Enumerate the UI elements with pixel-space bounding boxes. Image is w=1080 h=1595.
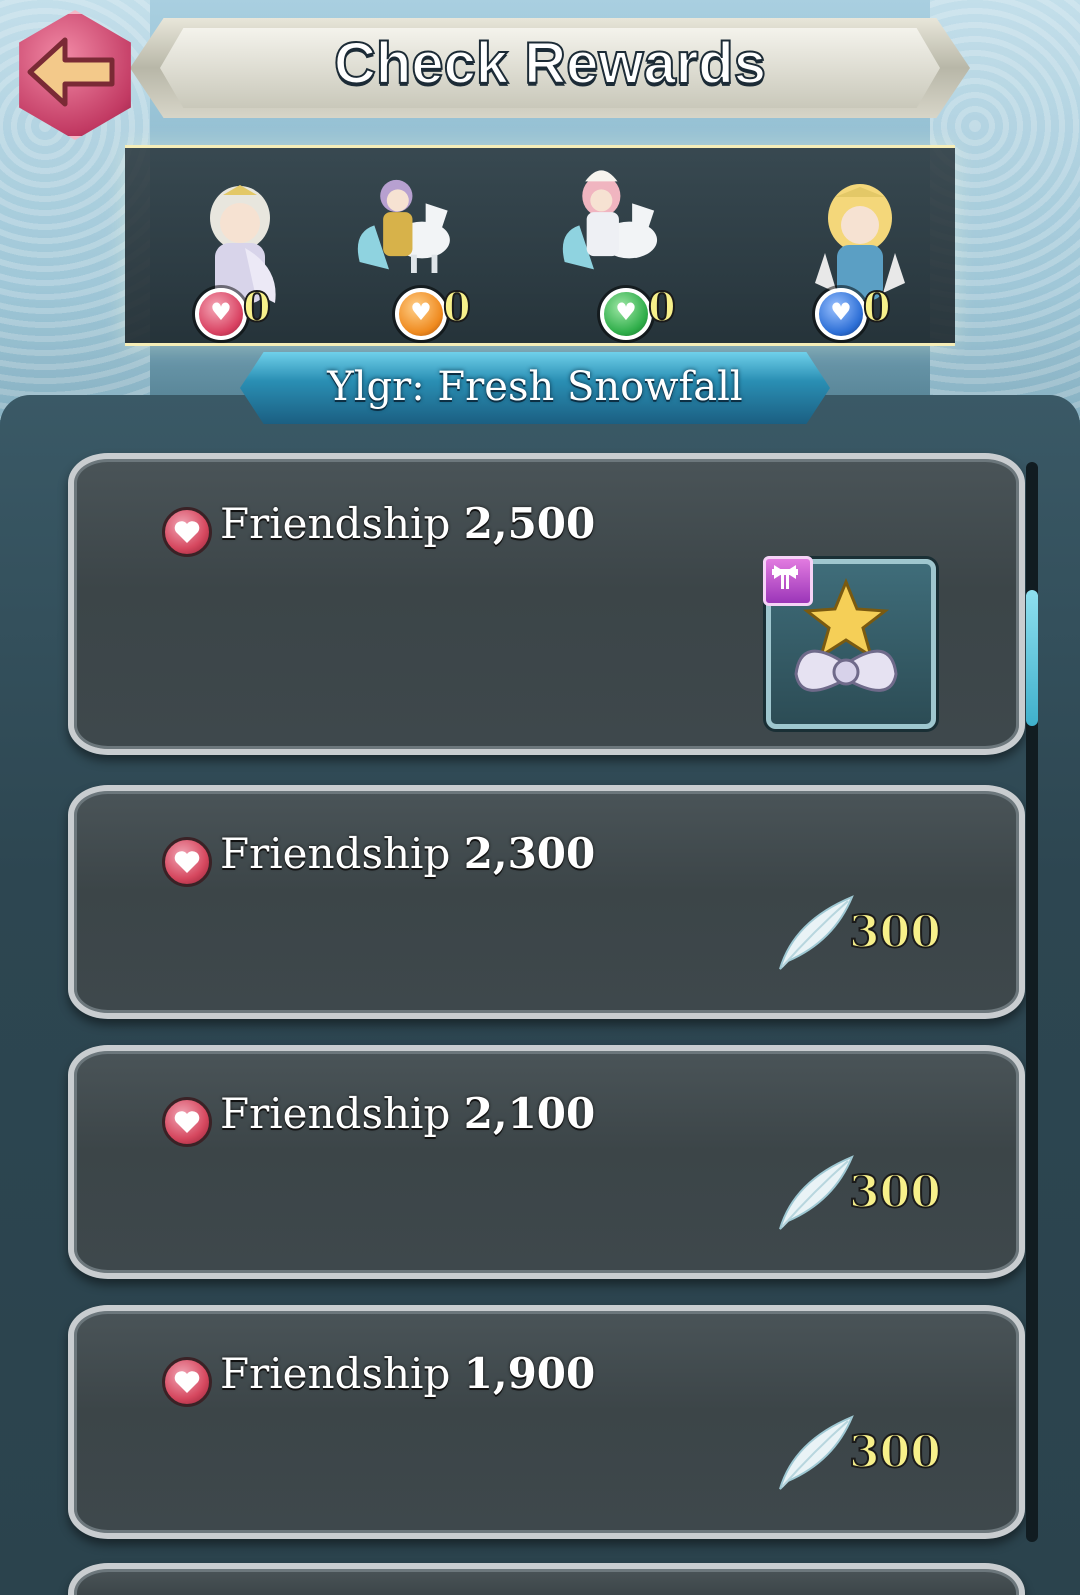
reward-list[interactable]: Friendship 2,500 Friendship 2,300 300 Fr… <box>0 395 1080 1595</box>
friendship-requirement: Friendship 2,500 <box>220 499 595 548</box>
reward-amount: 300 <box>848 1166 942 1219</box>
character-sprite-icon <box>210 185 276 303</box>
friendship-heart-icon <box>162 507 212 557</box>
feather-icon <box>779 895 854 970</box>
scrollbar[interactable] <box>1026 462 1038 1542</box>
requirement-label: Friendship <box>220 1089 451 1138</box>
feather-icon <box>779 1415 854 1490</box>
support-heart-icon: ♥ <box>600 288 652 340</box>
support-count: 0 <box>862 283 892 332</box>
requirement-label: Friendship <box>220 1349 451 1398</box>
character-sprite-icon <box>562 170 658 270</box>
back-button[interactable] <box>2 2 140 140</box>
friendship-requirement: Friendship 2,300 <box>220 829 595 878</box>
reward-amount: 300 <box>848 1426 942 1479</box>
check-rewards-screen: Check Rewards ♥ 0 ♥ 0 ♥ 0 ♥ 0 Friendship… <box>0 0 1080 1595</box>
support-heart-icon: ♥ <box>815 288 867 340</box>
character-unit-3[interactable]: ♥ 0 <box>550 148 730 343</box>
character-unit-1[interactable]: ♥ 0 <box>145 148 325 343</box>
requirement-label: Friendship <box>220 829 451 878</box>
reward-card[interactable]: Friendship 2,300 300 <box>68 785 1025 1019</box>
page-title: Check Rewards <box>333 30 767 97</box>
friendship-requirement: Friendship 1,900 <box>220 1349 595 1398</box>
requirement-value: 2,500 <box>463 499 596 548</box>
back-arrow-icon <box>27 37 115 107</box>
requirement-value: 1,900 <box>463 1349 596 1398</box>
feather-icon <box>779 1155 854 1230</box>
reward-card[interactable]: Friendship 2,500 <box>68 453 1025 755</box>
reward-card[interactable]: Friendship 2,100 300 <box>68 1045 1025 1279</box>
scrollbar-thumb[interactable] <box>1026 590 1038 726</box>
support-count: 0 <box>647 283 677 332</box>
character-unit-4[interactable]: ♥ 0 <box>765 148 945 343</box>
friendship-requirement: Friendship 2,100 <box>220 1089 595 1138</box>
character-sprite-icon <box>357 179 450 273</box>
reward-card[interactable] <box>68 1563 1025 1595</box>
requirement-value: 2,100 <box>463 1089 596 1138</box>
reward-amount: 300 <box>848 906 942 959</box>
requirement-value: 2,300 <box>463 829 596 878</box>
banner-title: Ylgr: Fresh Snowfall <box>240 352 830 424</box>
support-heart-icon: ♥ <box>195 288 247 340</box>
support-count: 0 <box>442 283 472 332</box>
support-count: 0 <box>242 283 272 332</box>
reward-card[interactable]: Friendship 1,900 300 <box>68 1305 1025 1539</box>
support-heart-icon: ♥ <box>395 288 447 340</box>
character-sprite-icon <box>815 184 905 300</box>
friendship-heart-icon <box>162 1357 212 1407</box>
character-strip: ♥ 0 ♥ 0 ♥ 0 ♥ 0 <box>125 145 955 346</box>
banner-label: Ylgr: Fresh Snowfall <box>327 364 743 410</box>
accessory-star-bow-icon[interactable] <box>763 556 936 729</box>
character-unit-2[interactable]: ♥ 0 <box>345 148 525 343</box>
friendship-heart-icon <box>162 1097 212 1147</box>
friendship-heart-icon <box>162 837 212 887</box>
requirement-label: Friendship <box>220 499 451 548</box>
